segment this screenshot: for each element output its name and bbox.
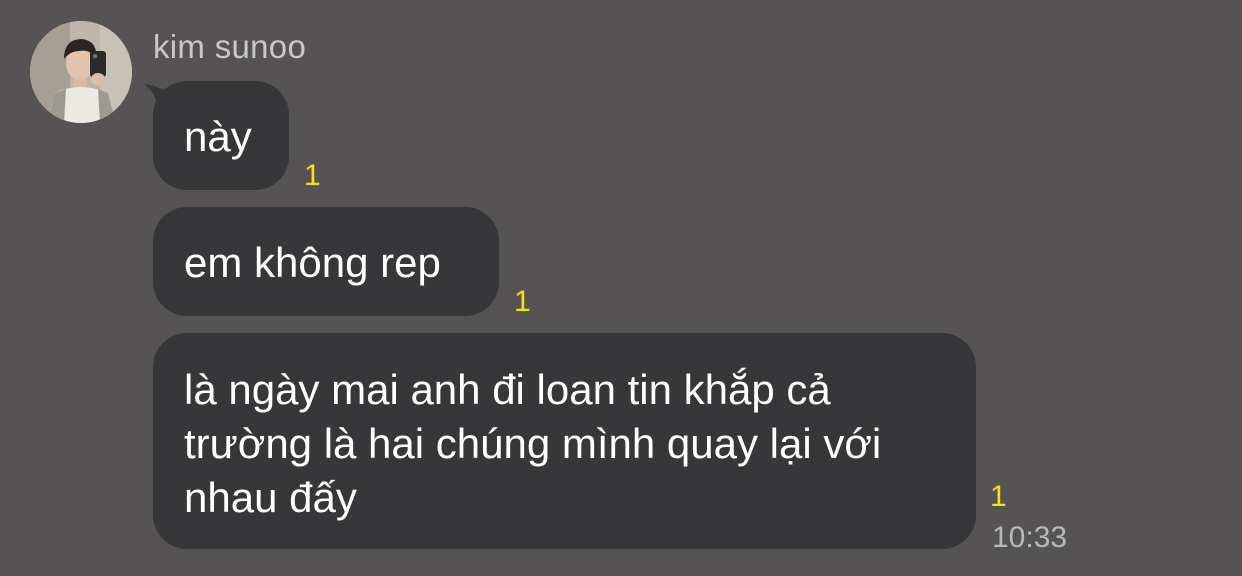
message-text: em không rep [184,239,441,286]
message-bubble[interactable]: là ngày mai anh đi loan tin khắp cả trườ… [153,333,976,549]
message-text: này [184,113,252,160]
unread-count: 1 [990,480,1007,513]
message-timestamp: 10:33 [992,521,1068,554]
message-bubble[interactable]: này [153,81,289,190]
sender-name: kim sunoo [153,28,307,65]
message-text: là ngày mai anh đi loan tin khắp cả trườ… [184,366,882,521]
message-bubble[interactable]: em không rep [153,207,499,316]
avatar[interactable] [30,21,132,123]
profile-photo-icon [30,21,132,123]
unread-count: 1 [304,159,321,192]
unread-count: 1 [514,285,531,318]
